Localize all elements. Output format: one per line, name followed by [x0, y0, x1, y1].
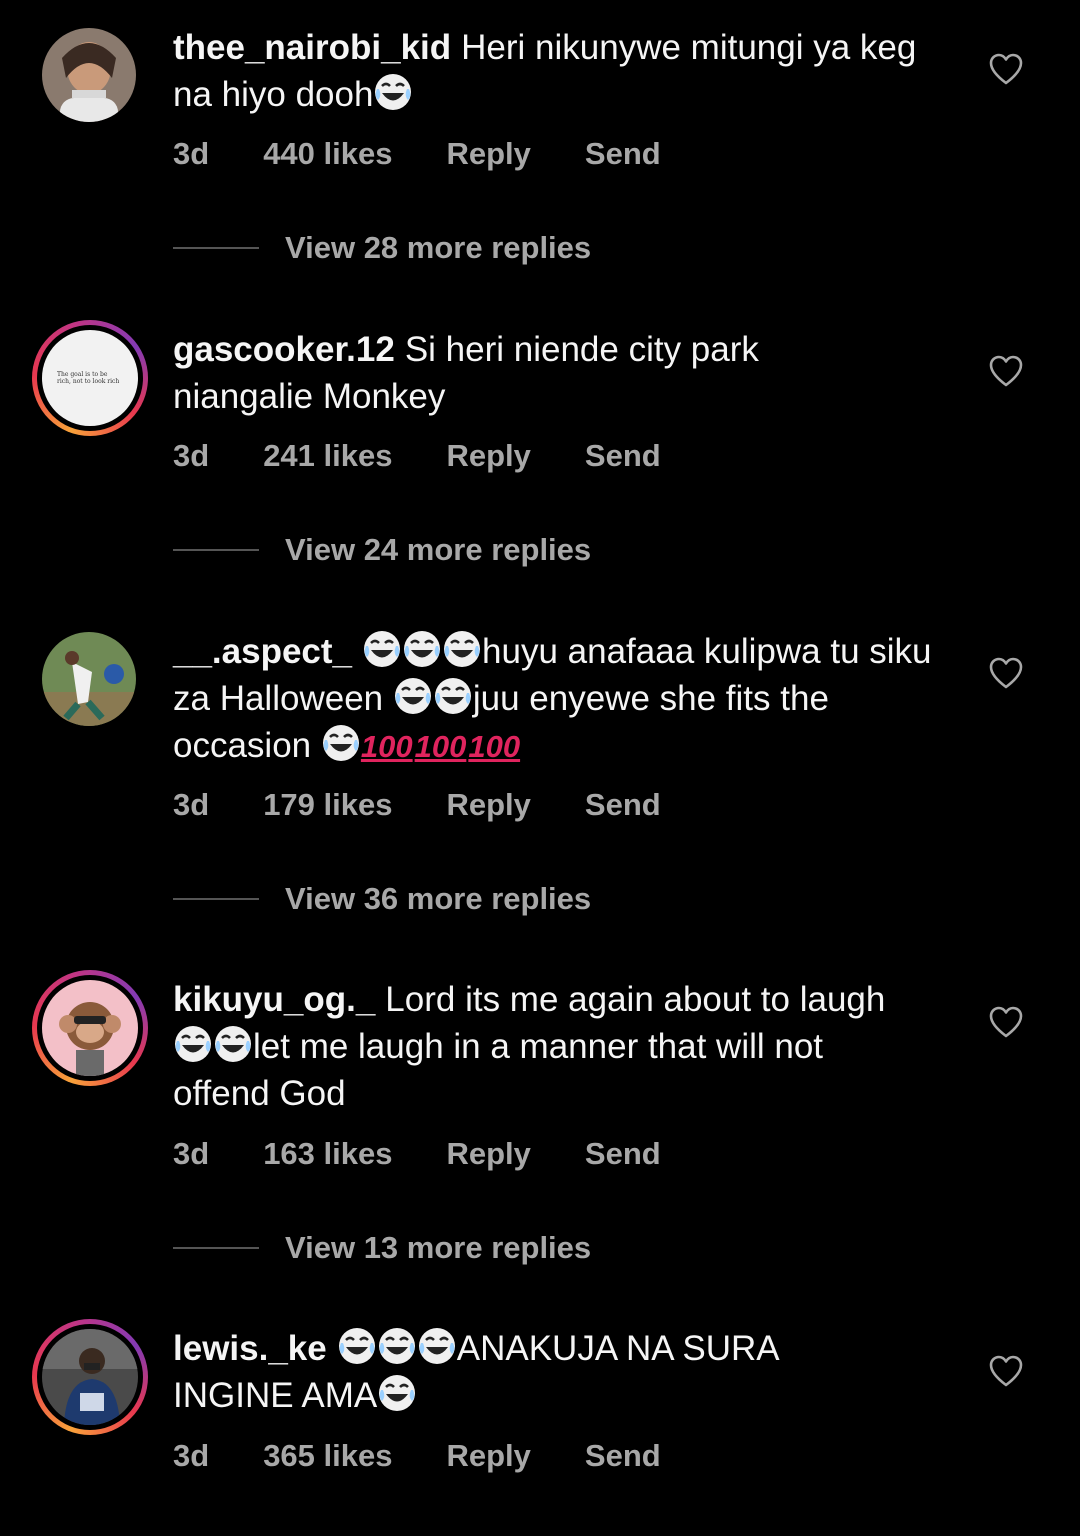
- view-replies[interactable]: View 28 more replies: [173, 230, 591, 266]
- send-button[interactable]: Send: [585, 787, 661, 823]
- heart-outline-icon[interactable]: [988, 52, 1024, 86]
- comment-age: 3d: [173, 787, 210, 822]
- avatar[interactable]: [42, 28, 136, 122]
- story-ring[interactable]: [32, 970, 148, 1086]
- heart-outline-icon[interactable]: [988, 1005, 1024, 1039]
- hundred-points-emoji: 100: [360, 729, 413, 764]
- reply-button[interactable]: Reply: [446, 787, 530, 823]
- send-button[interactable]: Send: [585, 1438, 661, 1474]
- comment-age: 3d: [173, 136, 210, 171]
- tears-of-joy-emoji: [337, 1326, 377, 1366]
- comment-meta: 3d 365 likes Reply Send: [173, 1438, 715, 1474]
- comment-text-continued: let me laugh in a manner that will not o…: [173, 1027, 824, 1113]
- comment-body: kikuyu_og._ Lord its me again about to la…: [173, 976, 913, 1117]
- comment-meta: 3d 179 likes Reply Send: [173, 787, 715, 823]
- comment-body: __.aspect_ huyu anafaaa kulipwa tu siku z…: [173, 628, 953, 770]
- reply-button[interactable]: Reply: [446, 438, 530, 474]
- tears-of-joy-emoji: [442, 629, 482, 669]
- view-replies-label: View 36 more replies: [285, 881, 592, 916]
- username[interactable]: kikuyu_og._: [173, 980, 375, 1019]
- view-replies-label: View 28 more replies: [285, 230, 592, 265]
- divider: [173, 1247, 259, 1249]
- heart-outline-icon[interactable]: [988, 656, 1024, 690]
- divider: [173, 549, 259, 551]
- story-ring[interactable]: [32, 1319, 148, 1435]
- tears-of-joy-emoji: [433, 676, 473, 716]
- view-replies[interactable]: View 13 more replies: [173, 1230, 591, 1266]
- view-replies[interactable]: View 36 more replies: [173, 881, 591, 917]
- hundred-points-emoji: 100: [414, 729, 467, 764]
- avatar[interactable]: [42, 632, 136, 726]
- tears-of-joy-emoji: [373, 72, 413, 112]
- likes-count[interactable]: 365 likes: [263, 1438, 392, 1474]
- avatar: [42, 980, 138, 1076]
- divider: [173, 247, 259, 249]
- avatar: [42, 1329, 138, 1425]
- send-button[interactable]: Send: [585, 136, 661, 172]
- view-replies-label: View 13 more replies: [285, 1230, 592, 1265]
- tears-of-joy-emoji: [377, 1373, 417, 1413]
- likes-count[interactable]: 440 likes: [263, 136, 392, 172]
- comment-age: 3d: [173, 1136, 210, 1171]
- tears-of-joy-emoji: [417, 1326, 457, 1366]
- username[interactable]: lewis._ke: [173, 1329, 327, 1368]
- tears-of-joy-emoji: [377, 1326, 417, 1366]
- tears-of-joy-emoji: [393, 676, 433, 716]
- likes-count[interactable]: 179 likes: [263, 787, 392, 823]
- comment-meta: 3d 440 likes Reply Send: [173, 136, 715, 172]
- tears-of-joy-emoji: [213, 1024, 253, 1064]
- username[interactable]: thee_nairobi_kid: [173, 28, 451, 67]
- story-ring[interactable]: The goal is to be rich, not to look rich: [32, 320, 148, 436]
- comment-age: 3d: [173, 1438, 210, 1473]
- heart-outline-icon[interactable]: [988, 1354, 1024, 1388]
- reply-button[interactable]: Reply: [446, 1136, 530, 1172]
- likes-count[interactable]: 163 likes: [263, 1136, 392, 1172]
- tears-of-joy-emoji: [321, 723, 361, 763]
- comment-body: thee_nairobi_kid Heri nikunywe mitungi ya…: [173, 24, 953, 118]
- username[interactable]: gascooker.12: [173, 330, 395, 369]
- tears-of-joy-emoji: [362, 629, 402, 669]
- send-button[interactable]: Send: [585, 438, 661, 474]
- send-button[interactable]: Send: [585, 1136, 661, 1172]
- comment-meta: 3d 163 likes Reply Send: [173, 1136, 715, 1172]
- comment-age: 3d: [173, 438, 210, 473]
- tears-of-joy-emoji: [402, 629, 442, 669]
- tears-of-joy-emoji: [173, 1024, 213, 1064]
- likes-count[interactable]: 241 likes: [263, 438, 392, 474]
- comment-text: Lord its me again about to laugh: [385, 980, 886, 1019]
- username[interactable]: __.aspect_: [173, 632, 352, 671]
- hundred-points-emoji: 100: [468, 729, 521, 764]
- reply-button[interactable]: Reply: [446, 1438, 530, 1474]
- reply-button[interactable]: Reply: [446, 136, 530, 172]
- comment-body: lewis._ke ANAKUJA NA SURA INGINE AMA: [173, 1325, 873, 1419]
- view-replies-label: View 24 more replies: [285, 532, 592, 567]
- heart-outline-icon[interactable]: [988, 354, 1024, 388]
- divider: [173, 898, 259, 900]
- comment-body: gascooker.12 Si heri niende city park nia…: [173, 326, 873, 420]
- view-replies[interactable]: View 24 more replies: [173, 532, 591, 568]
- comment-meta: 3d 241 likes Reply Send: [173, 438, 715, 474]
- avatar-caption: The goal is to be rich, not to look rich: [57, 371, 120, 385]
- avatar: The goal is to be rich, not to look rich: [42, 330, 138, 426]
